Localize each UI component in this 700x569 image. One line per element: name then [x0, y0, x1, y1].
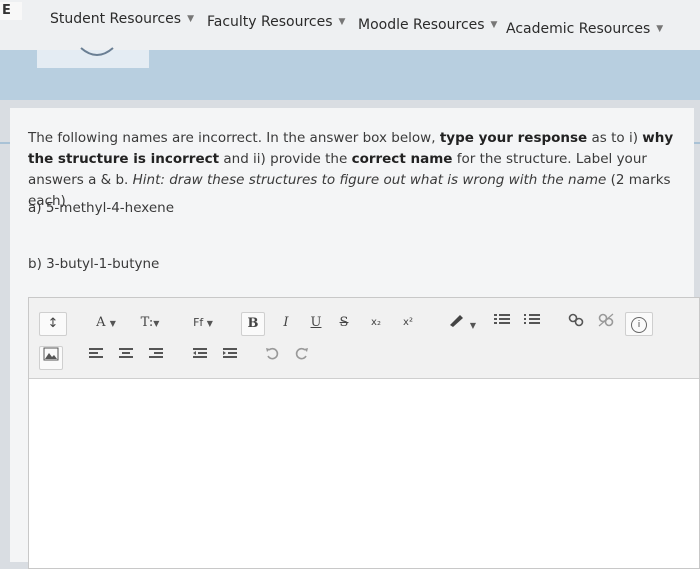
part-b-label: b) 3-butyl-1-butyne [28, 256, 160, 272]
nav-label: Faculty Resources [207, 14, 333, 30]
superscript-button[interactable]: x² [397, 312, 419, 334]
align-center-button[interactable] [115, 346, 137, 368]
page-header-band [0, 47, 700, 144]
info-icon: i [631, 317, 647, 333]
highlight-button[interactable]: ▼ [441, 312, 481, 334]
unordered-list-button[interactable] [491, 312, 513, 334]
help-button[interactable]: i [625, 312, 653, 336]
top-nav: E Student Resources ▼ Faculty Resources ▼ … [0, 0, 700, 50]
font-family-button[interactable]: Ff ▼ [183, 312, 223, 334]
insert-image-button[interactable] [39, 346, 63, 370]
site-logo[interactable]: E [0, 2, 22, 20]
ordered-list-button[interactable] [521, 312, 543, 334]
chevron-down-icon [80, 47, 114, 56]
nav-moodle-resources[interactable]: Moodle Resources ▼ [358, 17, 497, 33]
caret-down-icon: ▼ [338, 17, 346, 27]
indent-icon [223, 348, 237, 358]
unlink-icon [598, 313, 614, 327]
unlink-button[interactable] [595, 312, 617, 334]
brush-icon [449, 315, 463, 327]
part-a-label: a) 5-methyl-4-hexene [28, 200, 175, 216]
numbered-list-icon [524, 314, 540, 324]
caret-down-icon: ▼ [153, 319, 160, 328]
nav-student-resources[interactable]: Student Resources ▼ [50, 11, 194, 27]
caret-down-icon: ▼ [490, 20, 498, 30]
subscript-button[interactable]: x₂ [365, 312, 387, 334]
link-icon [568, 313, 584, 327]
font-color-button[interactable]: A ▼ [89, 312, 123, 334]
question-card: The following names are incorrect. In th… [10, 108, 700, 569]
redo-icon [295, 347, 308, 360]
italic-button[interactable]: I [275, 312, 297, 334]
nav-label: Student Resources [50, 11, 182, 27]
align-left-icon [89, 348, 103, 358]
caret-down-icon: ▼ [109, 319, 116, 328]
image-icon [43, 347, 59, 361]
nav-faculty-resources[interactable]: Faculty Resources ▼ [207, 14, 345, 30]
question-emphasis: correct name [351, 151, 453, 167]
header-tab[interactable] [37, 47, 149, 68]
bold-button[interactable]: B [241, 312, 265, 336]
align-right-button[interactable] [145, 346, 167, 368]
question-text-part: The following names are incorrect. In th… [28, 130, 440, 146]
redo-button[interactable] [291, 346, 313, 368]
font-family-label: Ff [193, 316, 204, 329]
question-emphasis: type your response [439, 130, 588, 146]
answer-text-area[interactable] [29, 379, 699, 568]
question-hint: Hint: draw these structures to figure ou… [132, 172, 607, 188]
caret-down-icon: ▼ [656, 24, 664, 34]
outdent-button[interactable] [189, 346, 211, 368]
toolbar-toggle-button[interactable]: ↕ [39, 312, 67, 336]
answer-editor: ↕ A ▼ T:▼ Ff ▼ B I U S x₂ x² ▼ i [28, 297, 700, 569]
undo-icon [266, 347, 279, 360]
caret-down-icon: ▼ [206, 319, 213, 328]
nav-label: Academic Resources [506, 21, 651, 37]
bullet-list-icon [494, 314, 510, 324]
undo-button[interactable] [261, 346, 283, 368]
editor-toolbar: ↕ A ▼ T:▼ Ff ▼ B I U S x₂ x² ▼ i [29, 298, 699, 379]
text-style-label: T: [140, 315, 154, 330]
underline-button[interactable]: U [305, 312, 327, 334]
strikethrough-button[interactable]: S [333, 312, 355, 334]
align-center-icon [119, 348, 133, 358]
text-style-button[interactable]: T:▼ [133, 312, 167, 334]
font-color-label: A [96, 315, 106, 330]
align-left-button[interactable] [85, 346, 107, 368]
link-button[interactable] [565, 312, 587, 334]
question-text-part: and ii) provide the [219, 151, 352, 167]
align-right-icon [149, 348, 163, 358]
question-text-part: as to i) [587, 130, 643, 146]
indent-button[interactable] [219, 346, 241, 368]
caret-down-icon: ▼ [187, 14, 194, 24]
outdent-icon [193, 348, 207, 358]
nav-label: Moodle Resources [358, 17, 485, 33]
caret-down-icon: ▼ [469, 321, 477, 330]
nav-academic-resources[interactable]: Academic Resources ▼ [506, 21, 663, 37]
